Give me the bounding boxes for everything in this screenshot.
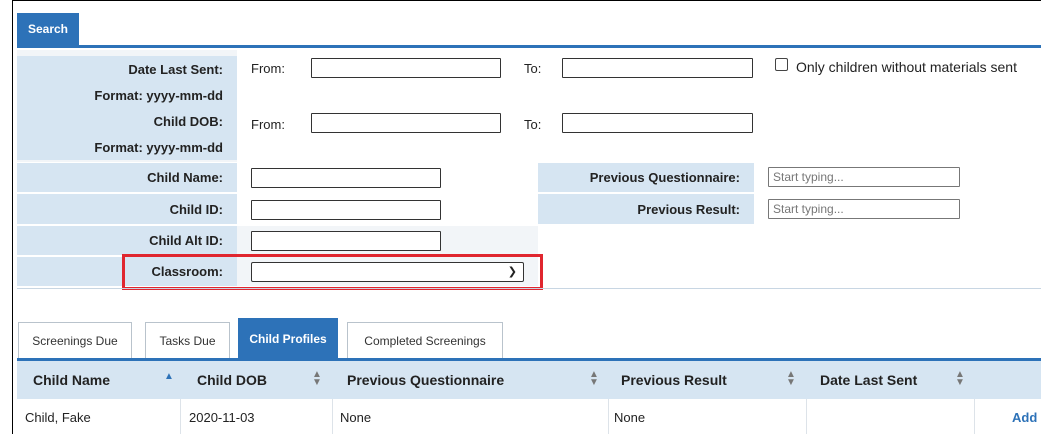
search-tab-underline: [17, 45, 1041, 48]
tab-completed-screenings[interactable]: Completed Screenings: [347, 322, 503, 358]
column-header-child-name[interactable]: Child Name: [33, 361, 110, 399]
tab-tasks-due[interactable]: Tasks Due: [145, 322, 230, 358]
cell-child-dob: 2020-11-03: [189, 409, 255, 425]
date-last-sent-from-input[interactable]: [311, 58, 501, 78]
form-divider: [17, 288, 1041, 289]
date-last-sent-from-label: From:: [251, 61, 285, 76]
sort-icon[interactable]: ▲ ▼: [312, 370, 322, 388]
tab-search[interactable]: Search: [17, 13, 79, 45]
date-last-sent-to-label: To:: [524, 61, 542, 76]
child-alt-id-input[interactable]: [251, 231, 441, 251]
column-separator: [806, 399, 807, 434]
column-header-previous-questionnaire[interactable]: Previous Questionnaire: [347, 361, 504, 399]
child-name-label: Child Name:: [17, 163, 237, 192]
child-dob-from-label: From:: [251, 117, 285, 132]
date-format-label: Format: yyyy-mm-dd: [17, 82, 237, 108]
date-last-sent-label: Date Last Sent:: [17, 56, 237, 82]
only-children-label: Only children without materials sent: [796, 59, 1017, 75]
add-link[interactable]: Add: [1012, 400, 1037, 434]
column-separator: [332, 399, 333, 434]
only-children-checkbox[interactable]: [775, 58, 788, 71]
sort-ascending-icon[interactable]: ▲: [164, 372, 174, 382]
tab-screenings-due[interactable]: Screenings Due: [18, 322, 132, 358]
column-header-date-last-sent[interactable]: Date Last Sent: [820, 361, 917, 399]
previous-result-input[interactable]: Start typing...: [768, 199, 960, 219]
child-dob-to-input[interactable]: [562, 113, 753, 133]
child-dob-format-label: Format: yyyy-mm-dd: [17, 134, 237, 160]
frame-top-border: [12, 0, 1041, 1]
child-dob-to-label: To:: [524, 117, 542, 132]
column-separator: [608, 399, 609, 434]
child-id-label: Child ID:: [17, 194, 237, 224]
column-separator: [974, 399, 975, 434]
previous-questionnaire-input[interactable]: Start typing...: [768, 167, 960, 187]
previous-result-label: Previous Result:: [538, 194, 754, 224]
sort-icon[interactable]: ▲ ▼: [589, 370, 599, 388]
tab-child-profiles[interactable]: Child Profiles: [238, 318, 338, 358]
child-dob-from-input[interactable]: [311, 113, 501, 133]
child-alt-id-label: Child Alt ID:: [17, 226, 237, 255]
cell-child-name: Child, Fake: [25, 409, 91, 425]
child-id-input[interactable]: [251, 200, 441, 220]
previous-questionnaire-label: Previous Questionnaire:: [538, 163, 754, 192]
column-header-previous-result[interactable]: Previous Result: [621, 361, 727, 399]
cell-previous-result: None: [614, 409, 646, 425]
frame-left-border: [12, 0, 13, 434]
sort-icon[interactable]: ▲ ▼: [786, 370, 796, 388]
column-separator: [180, 399, 181, 434]
date-last-sent-to-input[interactable]: [562, 58, 753, 78]
column-header-child-dob[interactable]: Child DOB: [197, 361, 267, 399]
classroom-highlight-box: [122, 254, 543, 290]
child-dob-label: Child DOB:: [17, 108, 237, 134]
cell-previous-questionnaire: None: [340, 409, 372, 425]
child-name-input[interactable]: [251, 168, 441, 188]
sort-icon[interactable]: ▲ ▼: [955, 370, 965, 388]
